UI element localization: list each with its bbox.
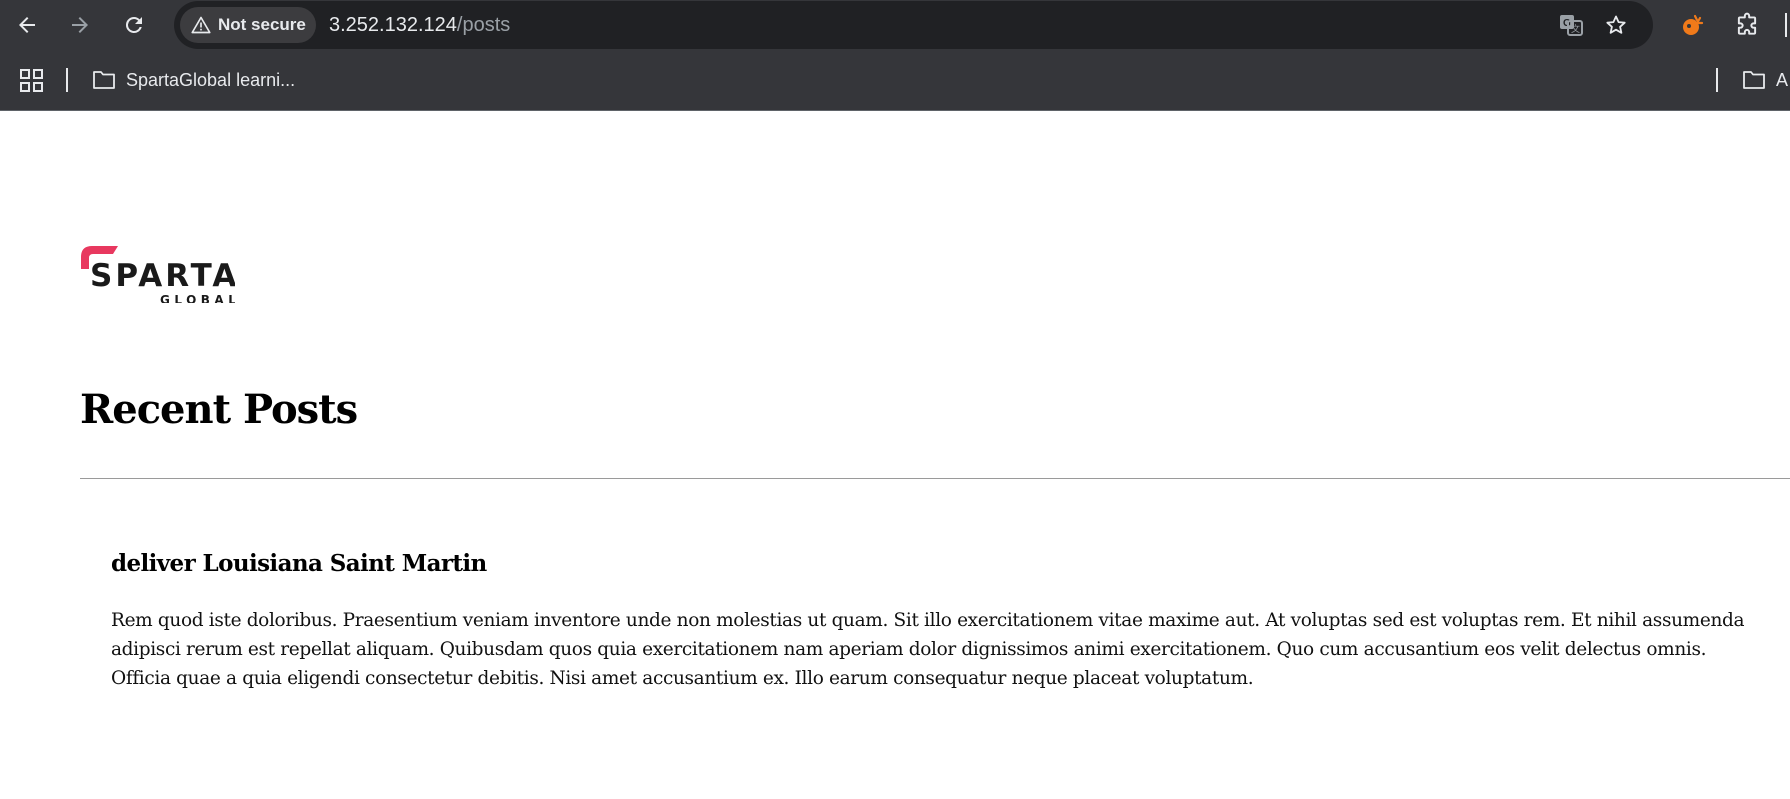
extension-logo-icon	[1683, 14, 1704, 35]
security-label: Not secure	[218, 15, 306, 34]
svg-text:文: 文	[1571, 23, 1580, 34]
bookmarks-separator	[1716, 68, 1718, 92]
translate-icon: G 文	[1560, 15, 1583, 36]
post-title: deliver Louisiana Saint Martin	[111, 550, 487, 577]
browser-chrome: Not secure 3.252.132.124/posts G 文 Spart…	[0, 0, 1790, 111]
logo-subtext: GLOBAL	[160, 293, 235, 303]
url-text[interactable]: 3.252.132.124/posts	[329, 13, 510, 37]
browser-toolbar: Not secure 3.252.132.124/posts G 文	[0, 0, 1790, 50]
folder-icon	[92, 70, 116, 90]
toolbar-separator	[1785, 13, 1787, 37]
address-bar[interactable]: Not secure 3.252.132.124/posts G 文	[174, 1, 1653, 49]
apps-button[interactable]	[18, 67, 46, 95]
bookmark-label: SpartaGlobal learni...	[126, 69, 296, 90]
back-button[interactable]	[7, 5, 47, 45]
bookmark-folder-other[interactable]: A	[1742, 64, 1788, 96]
arrow-left-icon	[19, 17, 35, 33]
logo-wordmark: SPARTA	[90, 258, 235, 294]
url-path: /posts	[456, 14, 511, 36]
sparta-global-logo[interactable]: SPARTA GLOBAL	[80, 243, 236, 307]
arrow-right-icon	[72, 17, 88, 33]
bookmarks-bar: SpartaGlobal learni... A	[0, 55, 1790, 103]
url-host: 3.252.132.124	[329, 14, 457, 36]
folder-icon	[1742, 70, 1766, 90]
puzzle-icon	[1737, 12, 1757, 35]
forward-button[interactable]	[60, 5, 100, 45]
extensions-button[interactable]	[1727, 5, 1767, 45]
bookmark-label: A	[1776, 69, 1789, 90]
title-divider	[80, 478, 1790, 479]
bookmark-folder-spartaglobal[interactable]: SpartaGlobal learni...	[92, 64, 295, 96]
warning-triangle-icon	[190, 14, 212, 36]
star-icon	[1606, 15, 1626, 34]
bookmark-star-button[interactable]	[1600, 9, 1632, 41]
site-security-chip[interactable]: Not secure	[180, 7, 316, 43]
bookmarks-separator	[66, 68, 68, 92]
post-item: deliver Louisiana Saint Martin Rem quod …	[111, 549, 1751, 693]
extension-orange-button[interactable]	[1673, 5, 1713, 45]
page-title: Recent Posts	[80, 386, 358, 433]
reload-icon	[125, 16, 142, 33]
web-page: SPARTA GLOBAL Recent Posts deliver Louis…	[0, 111, 1790, 799]
reload-button[interactable]	[114, 5, 154, 45]
translate-button[interactable]: G 文	[1555, 9, 1587, 41]
apps-grid-icon	[20, 69, 43, 92]
post-body: Rem quod iste doloribus. Praesentium ven…	[111, 610, 1745, 689]
